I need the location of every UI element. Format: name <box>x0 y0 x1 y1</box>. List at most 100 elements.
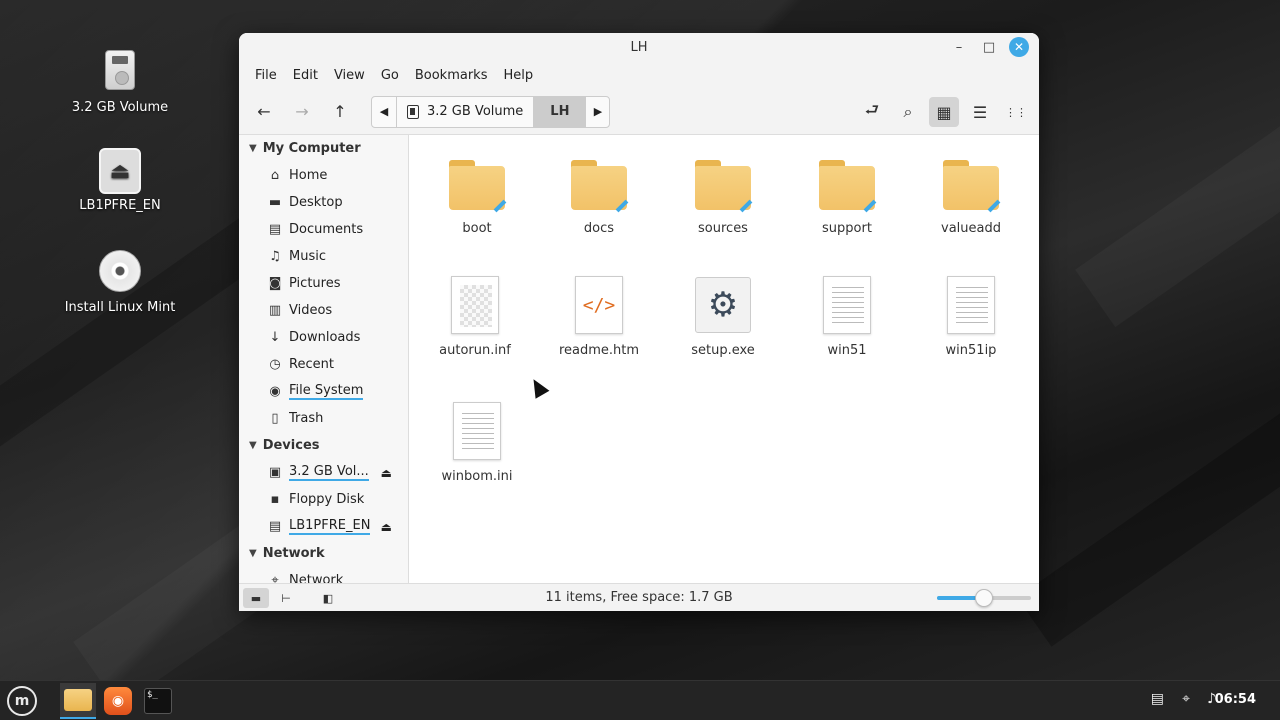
forward-button[interactable]: → <box>287 97 317 127</box>
sidebar-item-label: Documents <box>289 222 364 237</box>
desktop-icon-label: 3.2 GB Volume <box>71 100 169 115</box>
taskbar-terminal[interactable]: $_ <box>140 683 176 719</box>
sidebar-item-floppy[interactable]: ▪ Floppy Disk <box>239 486 408 513</box>
path-left-arrow-icon[interactable]: ◀ <box>372 97 396 127</box>
text-file-icon <box>947 276 995 334</box>
sidebar-item-label: Floppy Disk <box>289 492 365 507</box>
eject-icon[interactable]: ⏏ <box>381 466 392 480</box>
sidebar-item-desktop[interactable]: ▬ Desktop <box>239 189 408 216</box>
back-button[interactable]: ← <box>249 97 279 127</box>
sidebar-item-label: Pictures <box>289 276 341 291</box>
notes-icon[interactable]: ▤ <box>1151 691 1164 707</box>
floppy-icon: ▪ <box>270 492 280 507</box>
sidebar-item-pictures[interactable]: ◙ Pictures <box>239 270 408 297</box>
file-item-docs[interactable]: docs <box>544 153 654 236</box>
sidebar-item-recent[interactable]: ◷ Recent <box>239 351 408 378</box>
minimize-button[interactable]: – <box>949 37 969 57</box>
documents-icon: ▤ <box>268 222 282 237</box>
network-icon[interactable]: ⌖ <box>1182 691 1190 707</box>
html-file-icon: </> <box>575 276 623 334</box>
sidebar-item-lb1pfre[interactable]: ▤ LB1PFRE_EN ⏏ <box>239 513 408 540</box>
menu-go[interactable]: Go <box>373 68 407 83</box>
menu-edit[interactable]: Edit <box>285 68 326 83</box>
menu-help[interactable]: Help <box>495 68 541 83</box>
file-item-support[interactable]: support <box>792 153 902 236</box>
sidebar-section-network[interactable]: ▼ Network <box>239 540 408 567</box>
menu-view[interactable]: View <box>326 68 373 83</box>
section-title: Network <box>262 546 325 561</box>
camera-icon: ◙ <box>268 276 282 291</box>
sidebar-item-home[interactable]: ⌂ Home <box>239 162 408 189</box>
collapse-triangle-icon: ▼ <box>249 143 257 154</box>
taskbar-file-manager[interactable] <box>60 683 96 719</box>
file-item-readme[interactable]: </> readme.htm <box>544 275 654 358</box>
taskbar-firefox[interactable]: ◉ <box>100 683 136 719</box>
folder-icon <box>449 160 507 213</box>
file-name: valueadd <box>941 221 1001 236</box>
file-name: sources <box>698 221 748 236</box>
file-name: docs <box>583 221 615 236</box>
desktop-icon-lb1pfre[interactable]: ⏏ LB1PFRE_EN <box>50 148 190 213</box>
file-item-boot[interactable]: boot <box>422 153 532 236</box>
file-item-valueadd[interactable]: valueadd <box>916 153 1026 236</box>
file-name: readme.htm <box>558 343 640 358</box>
breadcrumb-lh[interactable]: LH <box>533 96 586 127</box>
disc-icon <box>99 250 141 292</box>
film-icon: ▥ <box>268 303 282 318</box>
clock-icon: ◷ <box>269 357 281 372</box>
file-item-win51ip[interactable]: win51ip <box>916 275 1026 358</box>
sidebar-item-label: Recent <box>289 357 334 372</box>
desktop-icon-install-mint[interactable]: Install Linux Mint <box>50 250 190 315</box>
network-icon: ⌖ <box>271 573 279 583</box>
menu-bookmarks[interactable]: Bookmarks <box>407 68 496 83</box>
desktop-icon-volume[interactable]: 3.2 GB Volume <box>50 50 190 115</box>
menu-button[interactable]: m <box>4 683 40 719</box>
firefox-icon: ◉ <box>104 687 132 715</box>
home-icon: ⌂ <box>270 168 280 183</box>
sidebar-item-downloads[interactable]: ↓ Downloads <box>239 324 408 351</box>
breadcrumb-volume[interactable]: 3.2 GB Volume <box>396 96 533 127</box>
drive-icon <box>407 104 419 119</box>
menu-file[interactable]: File <box>247 68 285 83</box>
sidebar-item-trash[interactable]: ▯ Trash <box>239 405 408 432</box>
sidebar-item-documents[interactable]: ▤ Documents <box>239 216 408 243</box>
sidebar-item-network[interactable]: ⌖ Network <box>239 567 408 583</box>
compact-view-button[interactable]: ⋮⋮ <box>1001 97 1031 127</box>
file-item-winbom[interactable]: winbom.ini <box>422 401 532 484</box>
sidebar-item-videos[interactable]: ▥ Videos <box>239 297 408 324</box>
close-button[interactable]: ✕ <box>1009 37 1029 57</box>
sidebar-item-volume[interactable]: ▣ 3.2 GB Vol... ⏏ <box>239 459 408 486</box>
eject-icon[interactable]: ⏏ <box>381 520 392 534</box>
search-button[interactable]: ⌕ <box>893 97 923 127</box>
filesystem-icon: ◉ <box>269 384 281 399</box>
desktop-icon-label: Install Linux Mint <box>64 300 176 315</box>
file-item-setup[interactable]: ⚙ setup.exe <box>668 275 778 358</box>
zoom-slider[interactable] <box>937 589 1031 607</box>
sidebar-section-devices[interactable]: ▼ Devices <box>239 432 408 459</box>
up-button[interactable]: ↑ <box>325 97 355 127</box>
zoom-slider-handle[interactable] <box>975 589 993 607</box>
drive-icon: ▣ <box>268 465 282 480</box>
sidebar-item-label: LB1PFRE_EN <box>289 518 371 535</box>
icon-view-button[interactable]: ▦ <box>929 97 959 127</box>
sidebar-item-file-system[interactable]: ◉ File System <box>239 378 408 405</box>
section-title: Devices <box>262 438 320 453</box>
file-item-autorun[interactable]: autorun.inf <box>420 275 530 358</box>
file-view[interactable]: boot docs sources support valueadd autor… <box>410 135 1039 583</box>
path-right-arrow-icon[interactable]: ▶ <box>585 96 609 127</box>
sidebar-item-music[interactable]: ♫ Music <box>239 243 408 270</box>
titlebar[interactable]: LH – □ ✕ <box>239 33 1039 61</box>
file-item-win51[interactable]: win51 <box>792 275 902 358</box>
list-view-button[interactable]: ☰ <box>965 97 995 127</box>
sidebar-section-my-computer[interactable]: ▼ My Computer <box>239 135 408 162</box>
file-name: setup.exe <box>691 343 755 358</box>
toggle-location-button[interactable]: ⮐ <box>857 97 887 127</box>
drive-icon <box>105 50 135 90</box>
file-manager-window: LH – □ ✕ File Edit View Go Bookmarks Hel… <box>239 33 1039 611</box>
optical-drive-icon: ▤ <box>268 519 282 534</box>
sidebar: ▼ My Computer ⌂ Home ▬ Desktop ▤ Documents … <box>239 135 409 583</box>
clock[interactable]: 06:54 <box>1215 692 1256 707</box>
maximize-button[interactable]: □ <box>979 37 999 57</box>
sidebar-item-label: Downloads <box>289 330 361 345</box>
file-item-sources[interactable]: sources <box>668 153 778 236</box>
